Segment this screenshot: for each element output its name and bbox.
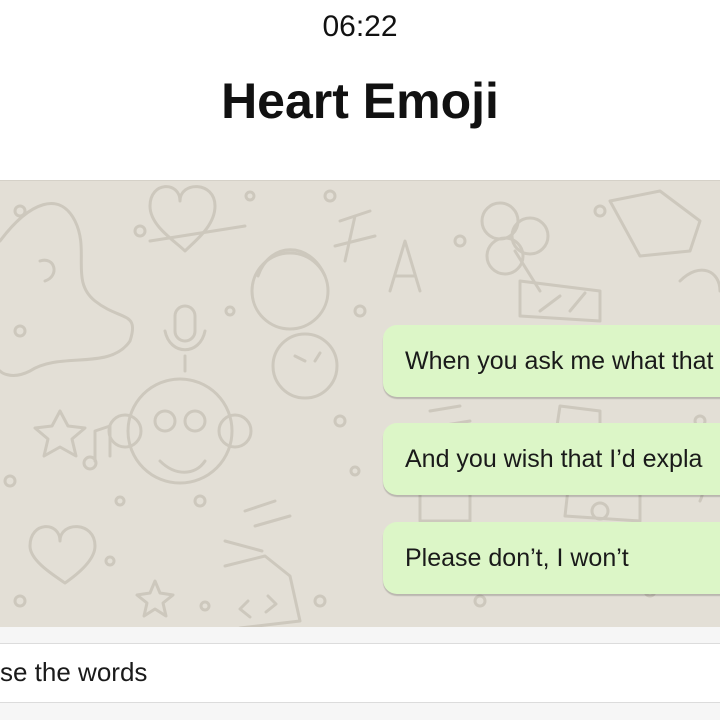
- outgoing-message-bubble[interactable]: When you ask me what that: [383, 325, 720, 397]
- message-text: Please don’t, I won’t: [405, 543, 629, 572]
- screen: 06:22 Heart Emoji When you ask me what t…: [0, 0, 720, 720]
- outgoing-message-bubble[interactable]: Please don’t, I won’t: [383, 522, 720, 594]
- message-text: When you ask me what that: [405, 346, 714, 375]
- page-title: Heart Emoji: [221, 73, 499, 129]
- status-time: 06:22: [322, 10, 398, 43]
- chat-area[interactable]: When you ask me what that And you wish t…: [0, 180, 720, 628]
- message-text: And you wish that I’d expla: [405, 444, 703, 473]
- outgoing-message-bubble[interactable]: And you wish that I’d expla: [383, 423, 720, 495]
- composer-bar: se the words: [0, 627, 720, 720]
- message-input-text: se the words: [0, 657, 148, 687]
